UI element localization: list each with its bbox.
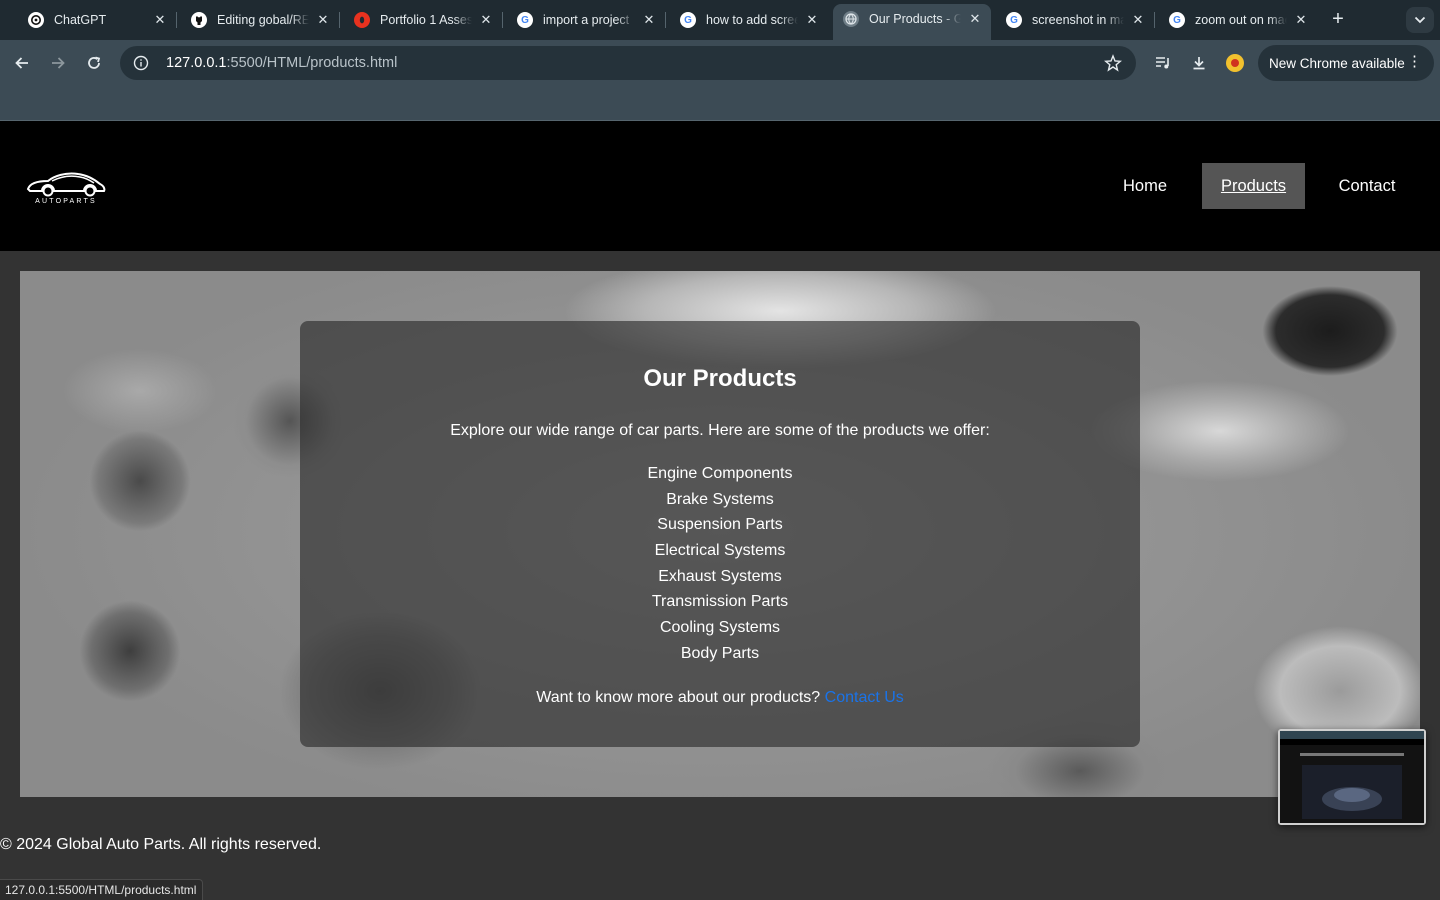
address-bar[interactable]: 127.0.0.1:5500/HTML/products.html [120,46,1136,80]
list-item: Transmission Parts [651,593,789,611]
status-bar-url: 127.0.0.1:5500/HTML/products.html [0,879,204,900]
tab-separator [339,12,340,28]
media-controls-icon[interactable] [1150,50,1176,76]
bookmarks-bar [0,86,1440,121]
tab-import-project[interactable]: G import a project ✕ [507,6,665,34]
tab-title: how to add screenshot [706,13,798,27]
close-tab-icon[interactable]: ✕ [478,12,494,28]
contact-prompt-text: Want to know more about our products? [536,689,821,706]
browser-toolbar: 127.0.0.1:5500/HTML/products.html New Ch… [0,40,1440,86]
nav-contact[interactable]: Contact [1322,163,1412,209]
tab-portfolio[interactable]: Portfolio 1 Assessment ✕ [344,6,502,34]
tab-github[interactable]: Editing gobal/README ✕ [181,6,339,34]
tab-separator [1154,12,1155,28]
download-icon[interactable] [1186,50,1212,76]
tab-title: ChatGPT [54,13,107,27]
forward-arrow-icon[interactable] [45,50,71,76]
footer-copyright: © 2024 Global Auto Parts. All rights res… [0,836,322,853]
logo-text: AUTOPARTS [35,198,97,205]
update-label: New Chrome available [1269,55,1405,71]
nav-products[interactable]: Products [1202,163,1305,209]
products-panel: Our Products Explore our wide range of c… [300,321,1140,747]
google-icon: G [1006,12,1022,28]
autoparts-logo[interactable]: AUTOPARTS [24,169,108,205]
site-info-icon[interactable] [132,54,150,72]
nav-home[interactable]: Home [1107,163,1183,209]
bookmark-star-icon[interactable] [1103,54,1123,72]
car-logo-icon: AUTOPARTS [26,172,106,205]
tab-title: Portfolio 1 Assessment [380,13,472,27]
list-item: Brake Systems [666,490,774,508]
site-header: AUTOPARTS Home Products Contact [0,121,1440,251]
more-menu-icon[interactable]: ⋮ [1407,54,1422,70]
thumbnail-preview-image [1280,731,1424,823]
github-icon [191,12,207,28]
list-item: Exhaust Systems [658,567,782,585]
opera-icon [354,12,370,28]
contact-prompt: Want to know more about our products? Co… [300,689,1140,707]
list-item: Body Parts [680,644,760,662]
tab-title: Editing gobal/README [217,13,309,27]
tab-zoom-out-mac[interactable]: G zoom out on mac ✕ [1159,6,1317,34]
back-arrow-icon[interactable] [9,50,35,76]
new-tab-icon[interactable]: + [1327,9,1349,31]
tab-separator [665,12,666,28]
chatgpt-icon [28,12,44,28]
new-chrome-available-button[interactable]: New Chrome available ⋮ [1258,45,1434,81]
list-item: Engine Components [647,465,793,482]
tab-add-screenshot[interactable]: G how to add screenshot ✕ [670,6,828,34]
tab-our-products[interactable]: Our Products - Global Auto Parts ✕ [833,4,991,40]
contact-us-link[interactable]: Contact Us [825,689,904,706]
close-tab-icon[interactable]: ✕ [967,11,983,27]
close-tab-icon[interactable]: ✕ [315,12,331,28]
list-item: Cooling Systems [659,619,781,637]
reload-icon[interactable] [81,50,107,76]
page-title: Our Products [643,365,797,392]
products-intro: Explore our wide range of car parts. Her… [450,422,990,439]
close-tab-icon[interactable]: ✕ [641,12,657,28]
tab-separator [176,12,177,28]
profile-avatar-icon[interactable] [1222,50,1248,76]
close-tab-icon[interactable]: ✕ [1293,12,1309,28]
tab-title: screenshot in mac [1032,13,1124,27]
tab-separator [502,12,503,28]
tab-title: zoom out on mac [1195,13,1287,27]
tab-strip: ChatGPT ✕ Editing gobal/README ✕ Portfol… [0,0,1440,40]
tab-search-icon[interactable] [1406,7,1434,33]
close-tab-icon[interactable]: ✕ [804,12,820,28]
globe-icon [843,11,859,27]
screenshot-thumbnail[interactable] [1278,729,1426,825]
google-icon: G [517,12,533,28]
google-icon: G [680,12,696,28]
list-item: Electrical Systems [654,542,786,560]
google-icon: G [1169,12,1185,28]
close-tab-icon[interactable]: ✕ [1130,12,1146,28]
product-list: Engine Components Brake Systems Suspensi… [300,461,1140,667]
tab-chatgpt[interactable]: ChatGPT ✕ [18,6,176,34]
tab-title: import a project [543,13,630,27]
tab-screenshot-mac[interactable]: G screenshot in mac ✕ [996,6,1154,34]
list-item: Suspension Parts [657,516,783,534]
url-path: :5500/HTML/products.html [226,55,398,71]
close-tab-icon[interactable]: ✕ [152,12,168,28]
url-host: 127.0.0.1 [166,55,227,71]
tab-title: Our Products - Global Auto Parts [869,12,961,26]
